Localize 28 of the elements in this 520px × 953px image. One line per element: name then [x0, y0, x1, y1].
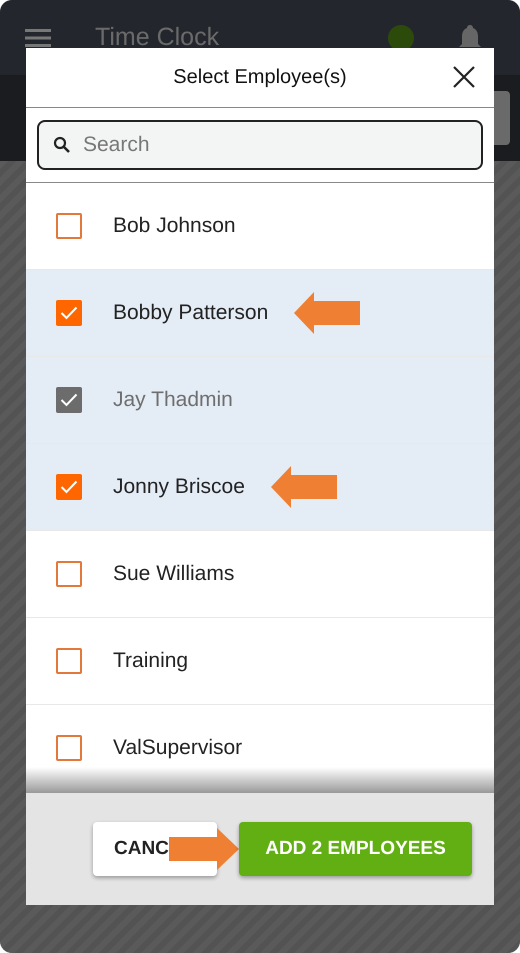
- checkbox[interactable]: [56, 648, 82, 674]
- check-icon: [60, 480, 78, 494]
- checkbox[interactable]: [56, 474, 82, 500]
- checkbox[interactable]: [56, 300, 82, 326]
- employee-row[interactable]: ValSupervisor: [26, 705, 494, 792]
- checkbox[interactable]: [56, 735, 82, 761]
- employee-name: Bob Johnson: [113, 214, 236, 238]
- employee-row[interactable]: Training: [26, 618, 494, 705]
- search-field[interactable]: Search: [37, 120, 483, 170]
- app-title: Time Clock: [95, 23, 220, 52]
- close-button[interactable]: [452, 65, 476, 89]
- checkbox[interactable]: [56, 213, 82, 239]
- employee-row[interactable]: Jonny Briscoe: [26, 444, 494, 531]
- employee-name: Jay Thadmin: [113, 388, 233, 412]
- check-icon: [60, 393, 78, 407]
- checkbox[interactable]: [56, 561, 82, 587]
- employee-name: Jonny Briscoe: [113, 475, 245, 499]
- search-icon: [53, 136, 71, 154]
- check-icon: [60, 306, 78, 320]
- status-dot-icon: [388, 24, 414, 50]
- employee-name: Training: [113, 649, 188, 673]
- employee-name: Bobby Patterson: [113, 301, 268, 325]
- employee-row[interactable]: Sue Williams: [26, 531, 494, 618]
- employee-name: ValSupervisor: [113, 736, 242, 760]
- dialog-title: Select Employee(s): [173, 66, 347, 89]
- employee-name: Sue Williams: [113, 562, 234, 586]
- employee-row[interactable]: Bobby Patterson: [26, 270, 494, 357]
- menu-icon[interactable]: [25, 28, 51, 46]
